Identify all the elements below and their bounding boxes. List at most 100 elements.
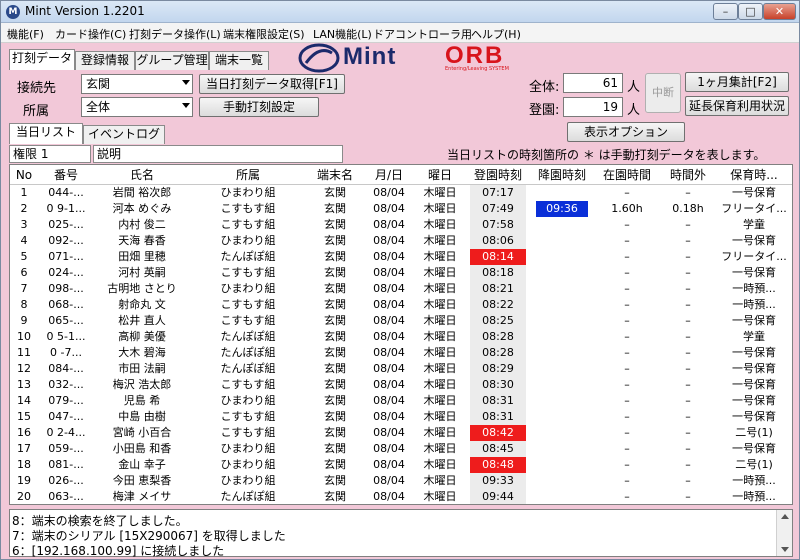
table-row[interactable]: 2 0 9-1... 河本 めぐみ こすもす組 玄関 08/04 木曜日 07:49 09:36…	[10, 201, 792, 217]
tab-terminal-list[interactable]: 端末一覧	[209, 51, 269, 70]
table-row[interactable]: 19 026-... 今田 恵梨香 ひまわり組 玄関 08/04 木曜日 09:33 – – 一時預…	[10, 473, 792, 489]
cell-number: 063-...	[48, 490, 84, 503]
cell-care-type: 一号保育	[732, 266, 776, 279]
table-row[interactable]: 14 079-... 児島 希 ひまわり組 玄関 08/04 木曜日 08:31 – – 一号保育	[10, 393, 792, 409]
cell-date: 08/04	[373, 442, 405, 455]
menu-card[interactable]: カード操作(C)	[55, 26, 126, 42]
cell-no: 14	[17, 394, 31, 407]
cell-affiliation: こすもす組	[220, 378, 276, 391]
col-leave-header[interactable]: 降園時刻	[530, 165, 594, 185]
cell-name: 梅沢 浩太郎	[112, 378, 172, 391]
cell-overtime: –	[685, 250, 691, 263]
connect-select[interactable]: 玄関	[81, 74, 193, 94]
cell-number: 071-...	[48, 250, 84, 263]
cell-weekday: 木曜日	[423, 314, 457, 327]
cell-leave	[530, 265, 594, 281]
manual-punch-button[interactable]: 手動打刻設定	[199, 97, 319, 117]
today-list-table[interactable]: No 番号 氏名 所属 端末名 月/日 曜日 登園時刻 降園時刻 在園時間 時間…	[9, 164, 793, 505]
cell-leave	[530, 361, 594, 377]
menu-help[interactable]: ヘルプ(H)	[471, 26, 521, 42]
fetch-today-button[interactable]: 当日打刻データ取得[F1]	[199, 74, 345, 94]
cell-no: 20	[17, 490, 31, 503]
menu-lan[interactable]: LAN機能(L)	[313, 26, 372, 42]
table-header: No 番号 氏名 所属 端末名 月/日 曜日 登園時刻 降園時刻 在園時間 時間…	[10, 165, 792, 185]
tab-event-log[interactable]: イベントログ	[83, 125, 165, 144]
title-bar[interactable]: M Mint Version 1.2201 – □ ✕	[1, 1, 799, 23]
col-terminal-header[interactable]: 端末名	[306, 165, 364, 185]
table-row[interactable]: 11 0 -7... 大木 碧海 たんぽぽ組 玄関 08/04 木曜日 08:28 – – 一号保育	[10, 345, 792, 361]
col-care-type-header[interactable]: 保育時...	[716, 165, 792, 185]
cell-arrival: 08:30	[470, 377, 526, 393]
table-row[interactable]: 7 098-... 古明地 さとり ひまわり組 玄関 08/04 木曜日 08:21 – – 一時預…	[10, 281, 792, 297]
menu-function[interactable]: 機能(F)	[7, 26, 44, 42]
manual-punch-note: 当日リストの時刻箇所の ＊ は手動打刻データを表します。	[447, 148, 766, 162]
table-row[interactable]: 4 092-... 天海 春香 ひまわり組 玄関 08/04 木曜日 08:06 – – 一号保育	[10, 233, 792, 249]
table-row[interactable]: 1 044-... 岩間 裕次郎 ひまわり組 玄関 08/04 木曜日 07:17 – – 一号保育	[10, 185, 792, 201]
col-no-header[interactable]: No	[10, 165, 38, 185]
table-row[interactable]: 15 047-... 中島 由樹 こすもす組 玄関 08/04 木曜日 08:31 – – 一号保育	[10, 409, 792, 425]
table-row[interactable]: 5 071-... 田畑 里穂 たんぽぽ組 玄関 08/04 木曜日 08:14 – – フリータイ…	[10, 249, 792, 265]
cell-stay: –	[624, 282, 630, 295]
cell-terminal: 玄関	[324, 490, 346, 503]
menu-terminal-auth[interactable]: 端末権限設定(S)	[223, 26, 305, 42]
tab-punch-data[interactable]: 打刻データ	[9, 49, 75, 70]
minimize-button[interactable]: –	[713, 3, 738, 20]
cell-stay: –	[624, 186, 630, 199]
cell-affiliation: ひまわり組	[220, 282, 276, 295]
monthly-summary-button[interactable]: 1ヶ月集計[F2]	[685, 72, 789, 92]
tab-today-list[interactable]: 当日リスト	[9, 123, 83, 144]
menu-punch-data[interactable]: 打刻データ操作(L)	[129, 26, 221, 42]
cell-name: 河村 英嗣	[118, 266, 166, 279]
cell-date: 08/04	[373, 362, 405, 375]
table-row[interactable]: 16 0 2-4... 宮崎 小百合 こすもす組 玄関 08/04 木曜日 08:42 – – 二号…	[10, 425, 792, 441]
cell-name: 岩間 裕次郎	[112, 186, 172, 199]
log-scrollbar[interactable]	[776, 510, 792, 556]
cell-date: 08/04	[373, 202, 405, 215]
table-row[interactable]: 8 068-... 射命丸 文 こすもす組 玄関 08/04 木曜日 08:22 – – 一時預..…	[10, 297, 792, 313]
scroll-down-icon[interactable]	[781, 547, 789, 552]
close-button[interactable]: ✕	[763, 3, 796, 20]
table-row[interactable]: 6 024-... 河村 英嗣 こすもす組 玄関 08/04 木曜日 08:18 – – 一号保育	[10, 265, 792, 281]
col-number-header[interactable]: 番号	[38, 165, 94, 185]
tab-registration[interactable]: 登録情報	[75, 51, 135, 70]
cell-affiliation: ひまわり組	[220, 394, 276, 407]
cell-weekday: 木曜日	[423, 266, 457, 279]
cell-no: 12	[17, 362, 31, 375]
cell-stay: –	[624, 250, 630, 263]
col-date-header[interactable]: 月/日	[364, 165, 414, 185]
cell-stay: –	[624, 346, 630, 359]
cell-terminal: 玄関	[324, 266, 346, 279]
table-row[interactable]: 9 065-... 松井 直人 こすもす組 玄関 08/04 木曜日 08:25 – – 一号保育	[10, 313, 792, 329]
cell-stay: –	[624, 362, 630, 375]
cell-leave	[530, 457, 594, 473]
table-row[interactable]: 20 063-... 梅津 メイサ たんぽぽ組 玄関 08/04 木曜日 09:44 – – 一時預…	[10, 489, 792, 504]
maximize-button[interactable]: □	[738, 3, 763, 20]
status-log: 8：端末の検索を終了しました。 7：端末のシリアル [15X290067] を取…	[9, 509, 793, 558]
display-option-button[interactable]: 表示オプション	[567, 122, 685, 142]
col-name-header[interactable]: 氏名	[94, 165, 190, 185]
table-row[interactable]: 10 0 5-1... 高柳 美優 たんぽぽ組 玄関 08/04 木曜日 08:28 – – 学童	[10, 329, 792, 345]
table-row[interactable]: 18 081-... 金山 幸子 ひまわり組 玄関 08/04 木曜日 08:48 – – 二号(1…	[10, 457, 792, 473]
col-arrival-header[interactable]: 登園時刻	[466, 165, 530, 185]
table-row[interactable]: 17 059-... 小田島 和香 ひまわり組 玄関 08/04 木曜日 08:45 – – 一号保…	[10, 441, 792, 457]
cell-name: 田畑 里穂	[118, 250, 166, 263]
cell-weekday: 木曜日	[423, 362, 457, 375]
tab-group-management[interactable]: グループ管理	[135, 51, 209, 70]
extended-care-button[interactable]: 延長保育利用状況	[685, 96, 789, 116]
col-stay-header[interactable]: 在園時間	[594, 165, 660, 185]
scroll-up-icon[interactable]	[781, 514, 789, 519]
cell-overtime: –	[685, 266, 691, 279]
col-weekday-header[interactable]: 曜日	[414, 165, 466, 185]
col-overtime-header[interactable]: 時間外	[660, 165, 716, 185]
abort-button[interactable]: 中断	[645, 73, 681, 113]
cell-number: 081-...	[48, 458, 84, 471]
table-row[interactable]: 12 084-... 市田 法嗣 たんぽぽ組 玄関 08/04 木曜日 08:29 – – 一号保育	[10, 361, 792, 377]
menu-door-controller[interactable]: ドアコントローラ用	[373, 26, 472, 42]
table-row[interactable]: 3 025-... 内村 俊二 こすもす組 玄関 08/04 木曜日 07:58 – – 学童	[10, 217, 792, 233]
col-affiliation-header[interactable]: 所属	[190, 165, 306, 185]
affiliation-select[interactable]: 全体	[81, 97, 193, 117]
cell-no: 19	[17, 474, 31, 487]
cell-weekday: 木曜日	[423, 442, 457, 455]
table-row[interactable]: 13 032-... 梅沢 浩太郎 こすもす組 玄関 08/04 木曜日 08:30 – – 一号保…	[10, 377, 792, 393]
cell-terminal: 玄関	[324, 346, 346, 359]
